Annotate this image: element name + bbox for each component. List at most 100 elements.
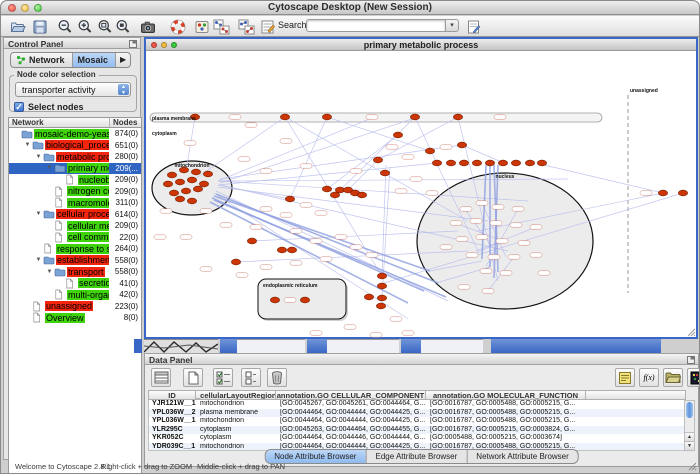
table-row[interactable]: YKR052Ccytoplasm[GO:0044464, GO:0044446,… (149, 434, 685, 443)
select-attributes-icon[interactable] (213, 368, 233, 387)
net-minimize-button[interactable] (161, 42, 167, 48)
graph-node[interactable] (203, 171, 212, 177)
table-cell[interactable]: YJR121W__1 (149, 400, 197, 409)
network-resize-grip[interactable] (686, 327, 696, 337)
zoom-out-icon[interactable] (56, 18, 74, 35)
help-ring-icon[interactable] (169, 18, 187, 35)
graph-node[interactable] (322, 186, 331, 192)
tree-row[interactable]: cell communicat22(0) (9, 232, 141, 244)
attribute-editor-icon[interactable] (615, 368, 635, 387)
table-cell[interactable]: [GO:0045267, GO:0045261, GO:0044464, G..… (277, 400, 427, 409)
graph-node[interactable] (472, 160, 481, 166)
zoom-fit-icon[interactable] (114, 18, 132, 35)
tree-row[interactable]: ▼cellular process614(0) (9, 209, 141, 221)
table-cell[interactable]: [GO:0044464, GO:0044444, GO:0044425, G..… (277, 417, 427, 426)
expand-arrow-icon[interactable]: ▼ (34, 257, 43, 263)
graph-node[interactable] (459, 160, 468, 166)
net-maximize-button[interactable] (171, 42, 177, 48)
graph-node[interactable] (377, 295, 386, 301)
tab-mosaic[interactable]: Mosaic (73, 53, 117, 67)
graph-node[interactable] (357, 192, 366, 198)
tree-row[interactable]: multi-organism pro42(0) (9, 289, 141, 301)
table-cell[interactable]: YKR052C (149, 434, 197, 443)
tree-row[interactable]: nitrogen compou209(0) (9, 186, 141, 198)
tree-header-network[interactable]: Network (9, 118, 110, 127)
graph-node[interactable] (199, 181, 208, 187)
network-canvas[interactable]: plasma membrane cytoplasm mitochondrion … (146, 51, 696, 339)
table-cell[interactable]: [GO:0016787, GO:0005488, GO:0005215, G..… (427, 409, 587, 418)
vizmapper-icon[interactable] (193, 18, 211, 35)
tree-row[interactable]: ▼metabolic process280(0) (9, 151, 141, 163)
search-input[interactable] (306, 19, 446, 32)
table-cell[interactable]: [GO:0044464, GO:0044446, GO:0044444, G..… (277, 434, 427, 443)
save-icon[interactable] (31, 18, 49, 35)
layout-b-icon[interactable] (237, 18, 255, 35)
window-resize-grip[interactable] (687, 461, 697, 471)
expand-arrow-icon[interactable]: ▼ (45, 165, 54, 171)
open-icon[interactable] (9, 18, 27, 35)
table-cell[interactable]: YPL036W__2 (149, 409, 197, 418)
tree-row[interactable]: nucleobase-c209(0) (9, 174, 141, 186)
graph-node[interactable] (446, 160, 455, 166)
expand-arrow-icon[interactable]: ▼ (34, 154, 43, 160)
graph-node[interactable] (163, 181, 172, 187)
tab-edge-attribute-browser[interactable]: Edge Attribute Browser (366, 450, 467, 463)
unselect-attributes-icon[interactable] (241, 368, 261, 387)
import-attributes-icon[interactable] (663, 368, 683, 387)
tree-row[interactable]: ▼establishment of lo558(0) (9, 255, 141, 267)
table-row[interactable]: YJR121W__1mitochondrion[GO:0045267, GO:0… (149, 400, 685, 409)
graph-node[interactable] (169, 190, 178, 196)
net-close-button[interactable] (151, 42, 157, 48)
new-attribute-icon[interactable] (183, 368, 203, 387)
column-header[interactable]: annotation.GO CELLULAR_COMPONENT (276, 390, 426, 400)
table-cell[interactable]: [GO:0005488, GO:0005215, GO:0003674] (427, 434, 587, 443)
table-cell[interactable]: [GO:0016787, GO:0005488, GO:0005215, G..… (427, 400, 587, 409)
table-cell[interactable]: cytoplasm (197, 434, 277, 443)
graph-node[interactable] (498, 160, 507, 166)
expand-arrow-icon[interactable]: ▼ (23, 142, 32, 148)
tab-overflow-arrow[interactable]: ▶ (116, 53, 130, 67)
graph-node[interactable] (373, 157, 382, 163)
graph-node[interactable] (287, 247, 296, 253)
table-cell[interactable]: mitochondrion (197, 400, 277, 409)
graph-node[interactable] (485, 160, 494, 166)
data-panel-float-icon[interactable] (687, 356, 695, 366)
attribute-table-icon[interactable] (151, 368, 171, 387)
table-row[interactable]: YLR295Ccytoplasm[GO:0045263, GO:0044464,… (149, 426, 685, 435)
graph-node[interactable] (537, 160, 546, 166)
graph-node[interactable] (377, 273, 386, 279)
column-header[interactable]: annotation.GO MOLECULAR_FUNCTION (426, 390, 586, 400)
graph-node[interactable] (167, 172, 176, 178)
graph-node[interactable] (270, 297, 279, 303)
graph-node[interactable] (364, 294, 373, 300)
column-header[interactable]: _cellularLayoutRegion (196, 390, 276, 400)
graph-node[interactable] (658, 190, 667, 196)
graph-node[interactable] (285, 196, 294, 202)
graph-node[interactable] (191, 169, 200, 175)
graph-node[interactable] (376, 303, 385, 309)
graph-node[interactable] (187, 177, 196, 183)
tree-row[interactable]: mosaic-demo-yeast874(0) (9, 128, 141, 140)
graph-node[interactable] (187, 198, 196, 204)
table-cell[interactable]: plasma membrane (197, 409, 277, 418)
table-row[interactable]: YPL036W__2plasma membrane[GO:0044464, GO… (149, 409, 685, 418)
graph-node[interactable] (410, 114, 419, 120)
graph-node[interactable] (453, 114, 462, 120)
table-cell[interactable]: cytoplasm (197, 426, 277, 435)
zoom-in-icon[interactable] (76, 18, 94, 35)
table-cell[interactable]: [GO:0016787, GO:0005215, GO:0003824, G..… (427, 426, 587, 435)
zoom-selected-icon[interactable] (96, 18, 114, 35)
graph-node[interactable] (231, 259, 240, 265)
graph-node[interactable] (457, 142, 466, 148)
table-cell[interactable]: [GO:0044464, GO:0044444, GO:0044425, G..… (277, 409, 427, 418)
graph-node[interactable] (193, 186, 202, 192)
graph-node[interactable] (280, 114, 289, 120)
scroll-up-icon[interactable]: ▲ (685, 432, 694, 441)
graph-node[interactable] (300, 297, 309, 303)
graph-node[interactable] (425, 148, 434, 154)
expand-arrow-icon[interactable]: ▼ (34, 211, 43, 217)
search-dropdown-icon[interactable]: ▾ (446, 19, 459, 32)
tab-network-attribute-browser[interactable]: Network Attribute Browser (467, 450, 577, 463)
graph-node[interactable] (432, 160, 441, 166)
tree-row[interactable]: secretion41(0) (9, 278, 141, 290)
